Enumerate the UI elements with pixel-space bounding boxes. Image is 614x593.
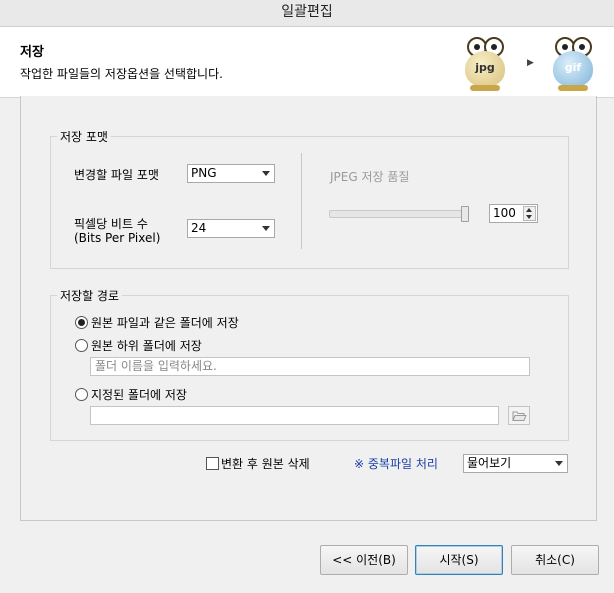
save-path-group-title: 저장할 경로 bbox=[57, 287, 123, 304]
bpp-select-value: 24 bbox=[191, 221, 207, 235]
save-path-group: 저장할 경로 원본 파일과 같은 폴더에 저장 원본 하위 폴더에 저장 폴더 … bbox=[50, 287, 569, 441]
delete-original-label[interactable]: 변환 후 원본 삭제 bbox=[221, 455, 310, 472]
arrow-right-icon: ▶ bbox=[527, 58, 534, 68]
subfolder-name-input[interactable]: 폴더 이름을 입력하세요. bbox=[90, 357, 530, 376]
gif-mascot-icon: gif bbox=[550, 35, 596, 91]
duplicate-handling-value: 물어보기 bbox=[467, 456, 512, 470]
browse-folder-button[interactable] bbox=[508, 406, 530, 425]
radio-same-folder-label[interactable]: 원본 파일과 같은 폴더에 저장 bbox=[91, 314, 239, 331]
chevron-down-icon bbox=[262, 226, 270, 231]
start-button[interactable]: 시작(S) bbox=[415, 545, 503, 575]
format-select-value: PNG bbox=[191, 166, 217, 180]
jpeg-quality-slider-thumb[interactable] bbox=[461, 206, 469, 222]
bpp-label: 픽셀당 비트 수 bbox=[74, 217, 148, 231]
radio-custom-folder[interactable] bbox=[75, 388, 88, 401]
duplicate-handling-link[interactable]: ※ 중복파일 처리 bbox=[354, 455, 438, 472]
jpeg-quality-spinner[interactable]: 100 bbox=[489, 204, 538, 223]
custom-folder-input[interactable] bbox=[90, 406, 499, 425]
duplicate-handling-select[interactable]: 물어보기 bbox=[463, 454, 568, 473]
header-banner: 저장 작업한 파일들의 저장옵션을 선택합니다. jpg ▶ gif bbox=[0, 27, 614, 98]
jpeg-quality-label: JPEG 저장 품질 bbox=[330, 170, 410, 184]
options-panel: 저장 포맷 변경할 파일 포맷 PNG 픽셀당 비트 수 (Bits Per P… bbox=[20, 96, 597, 521]
page-title: 저장 bbox=[20, 45, 44, 60]
spinner-buttons[interactable] bbox=[523, 206, 536, 221]
radio-subfolder-label[interactable]: 원본 하위 폴더에 저장 bbox=[91, 337, 202, 354]
radio-subfolder[interactable] bbox=[75, 339, 88, 352]
format-select[interactable]: PNG bbox=[187, 164, 275, 183]
jpg-mascot-icon: jpg bbox=[462, 35, 508, 91]
arrow-up-icon bbox=[526, 208, 532, 212]
bpp-select[interactable]: 24 bbox=[187, 219, 275, 238]
save-format-group: 저장 포맷 변경할 파일 포맷 PNG 픽셀당 비트 수 (Bits Per P… bbox=[50, 128, 569, 269]
radio-same-folder[interactable] bbox=[75, 316, 88, 329]
radio-custom-folder-label[interactable]: 지정된 폴더에 저장 bbox=[91, 386, 187, 403]
arrow-down-icon bbox=[526, 215, 532, 219]
jpeg-quality-slider[interactable] bbox=[329, 210, 468, 218]
delete-original-checkbox[interactable] bbox=[206, 457, 219, 470]
jpeg-quality-value: 100 bbox=[493, 206, 516, 220]
page-subtitle: 작업한 파일들의 저장옵션을 선택합니다. bbox=[20, 67, 223, 81]
save-format-group-title: 저장 포맷 bbox=[57, 128, 111, 145]
chevron-down-icon bbox=[262, 171, 270, 176]
prev-button[interactable]: << 이전(B) bbox=[320, 545, 408, 575]
bpp-label-sub: (Bits Per Pixel) bbox=[74, 231, 161, 245]
cancel-button[interactable]: 취소(C) bbox=[511, 545, 599, 575]
folder-open-icon bbox=[512, 411, 527, 421]
window-title: 일괄편집 bbox=[0, 0, 614, 27]
vertical-divider bbox=[301, 153, 302, 249]
format-label: 변경할 파일 포맷 bbox=[74, 168, 159, 182]
chevron-down-icon bbox=[555, 461, 563, 466]
